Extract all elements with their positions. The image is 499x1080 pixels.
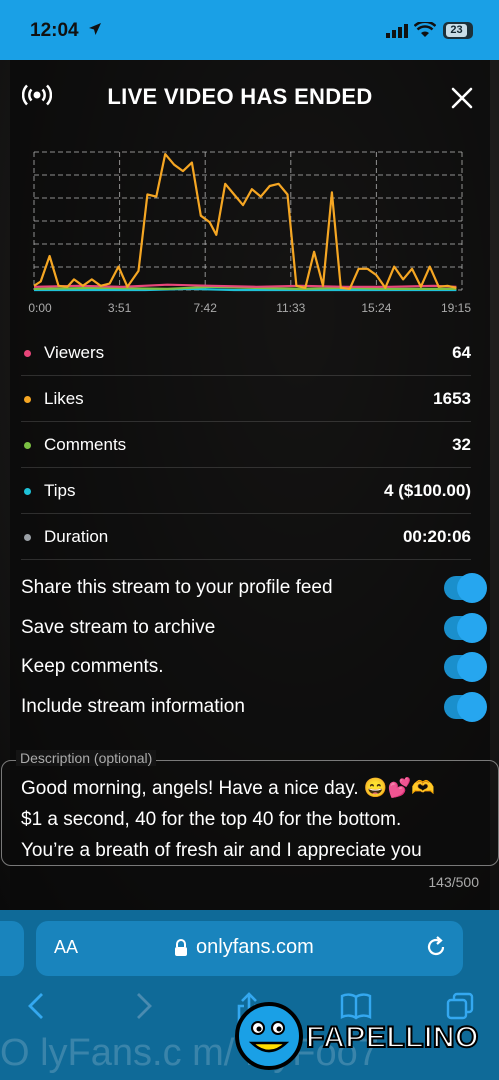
close-icon[interactable] [450, 86, 474, 110]
wifi-icon [414, 22, 436, 37]
description-line: $1 a second, 40 for the top 40 for the b… [21, 809, 402, 830]
toggle-knob [457, 652, 487, 682]
x-tick-label: 3:51 [108, 301, 132, 315]
stat-value: 64 [452, 343, 471, 362]
toggle-switch[interactable] [444, 612, 487, 643]
battery-level: 23 [446, 24, 467, 37]
activity-chart: 0:00 3:51 7:42 11:33 15:24 19:15 [28, 151, 471, 315]
fapellino-logo-text: FAPELLINO [305, 1020, 479, 1055]
toggle-row: Share this stream to your profile feed [21, 572, 487, 604]
toggle-switch[interactable] [444, 691, 487, 722]
stat-value: 32 [452, 435, 471, 454]
bookmarks-icon[interactable] [340, 992, 372, 1020]
address-bar[interactable]: AA onlyfans.com [36, 921, 463, 976]
url-text: onlyfans.com [196, 936, 314, 958]
status-bar: 12:04 23 [0, 0, 499, 60]
toggle-row: Save stream to archive [21, 612, 487, 644]
forward-icon[interactable] [134, 992, 154, 1020]
legend-dot [24, 350, 31, 357]
status-time: 12:04 [30, 20, 79, 41]
x-tick-label: 7:42 [194, 301, 218, 315]
stat-value: 00:20:06 [402, 527, 471, 546]
signal-icon [386, 24, 408, 38]
reader-mode-button[interactable]: AA [54, 937, 78, 958]
toggle-label: Save stream to archive [21, 616, 216, 638]
toggle-row: Include stream information [21, 691, 487, 723]
tabs-icon[interactable] [446, 992, 474, 1020]
stat-value: 1653 [433, 389, 471, 408]
lock-icon [175, 939, 187, 956]
description-field[interactable]: Good morning, angels! Have a nice day. 😄… [1, 760, 499, 866]
x-tick-label: 15:24 [361, 301, 391, 315]
battery-icon: 23 [443, 22, 473, 39]
toggle-knob [457, 612, 487, 643]
legend-dot [24, 534, 31, 541]
character-counter: 143/500 [428, 874, 479, 890]
reload-icon[interactable] [424, 935, 448, 959]
toggle-row: Keep comments. [21, 651, 487, 683]
legend-dot [24, 442, 31, 449]
toggle-knob [457, 691, 487, 722]
description-text[interactable]: Good morning, angels! Have a nice day. 😄… [21, 773, 481, 865]
stat-row: Duration 00:20:06 [21, 513, 471, 560]
toggle-label: Share this stream to your profile feed [21, 577, 333, 598]
toggle-label: Keep comments. [21, 656, 164, 677]
previous-tab[interactable] [0, 921, 24, 976]
toggle-switch[interactable] [444, 573, 487, 603]
back-icon[interactable] [26, 992, 46, 1020]
stat-label: Viewers [44, 343, 105, 362]
legend-dot [24, 396, 31, 403]
toggle-switch[interactable] [444, 652, 487, 682]
x-tick-label: 19:15 [441, 301, 471, 315]
stat-row: Viewers 64 [21, 329, 471, 376]
page-title: LIVE VIDEO HAS ENDED [107, 84, 373, 109]
stat-label: Likes [44, 389, 84, 408]
series-line-viewers [33, 283, 457, 288]
stat-label: Tips [44, 481, 76, 500]
stat-value: 4 ($100.00) [384, 481, 471, 500]
stat-label: Duration [44, 527, 109, 546]
fapellino-logo-icon [235, 1002, 303, 1070]
x-tick-label: 11:33 [276, 301, 305, 315]
stat-row: Comments 32 [21, 421, 471, 468]
x-tick-label: 0:00 [28, 301, 52, 315]
description-line: Good morning, angels! Have a nice day. 😄… [21, 778, 435, 799]
description-label: Description (optional) [16, 750, 157, 766]
legend-dot [24, 488, 31, 495]
description-line: You’re a breath of fresh air and I appre… [21, 840, 422, 861]
stat-label: Comments [44, 435, 127, 454]
stat-row: Likes 1653 [21, 375, 471, 422]
location-arrow-icon [89, 23, 101, 35]
toggle-knob [457, 573, 487, 603]
stat-row: Tips 4 ($100.00) [21, 467, 471, 514]
toggle-label: Include stream information [21, 695, 245, 717]
